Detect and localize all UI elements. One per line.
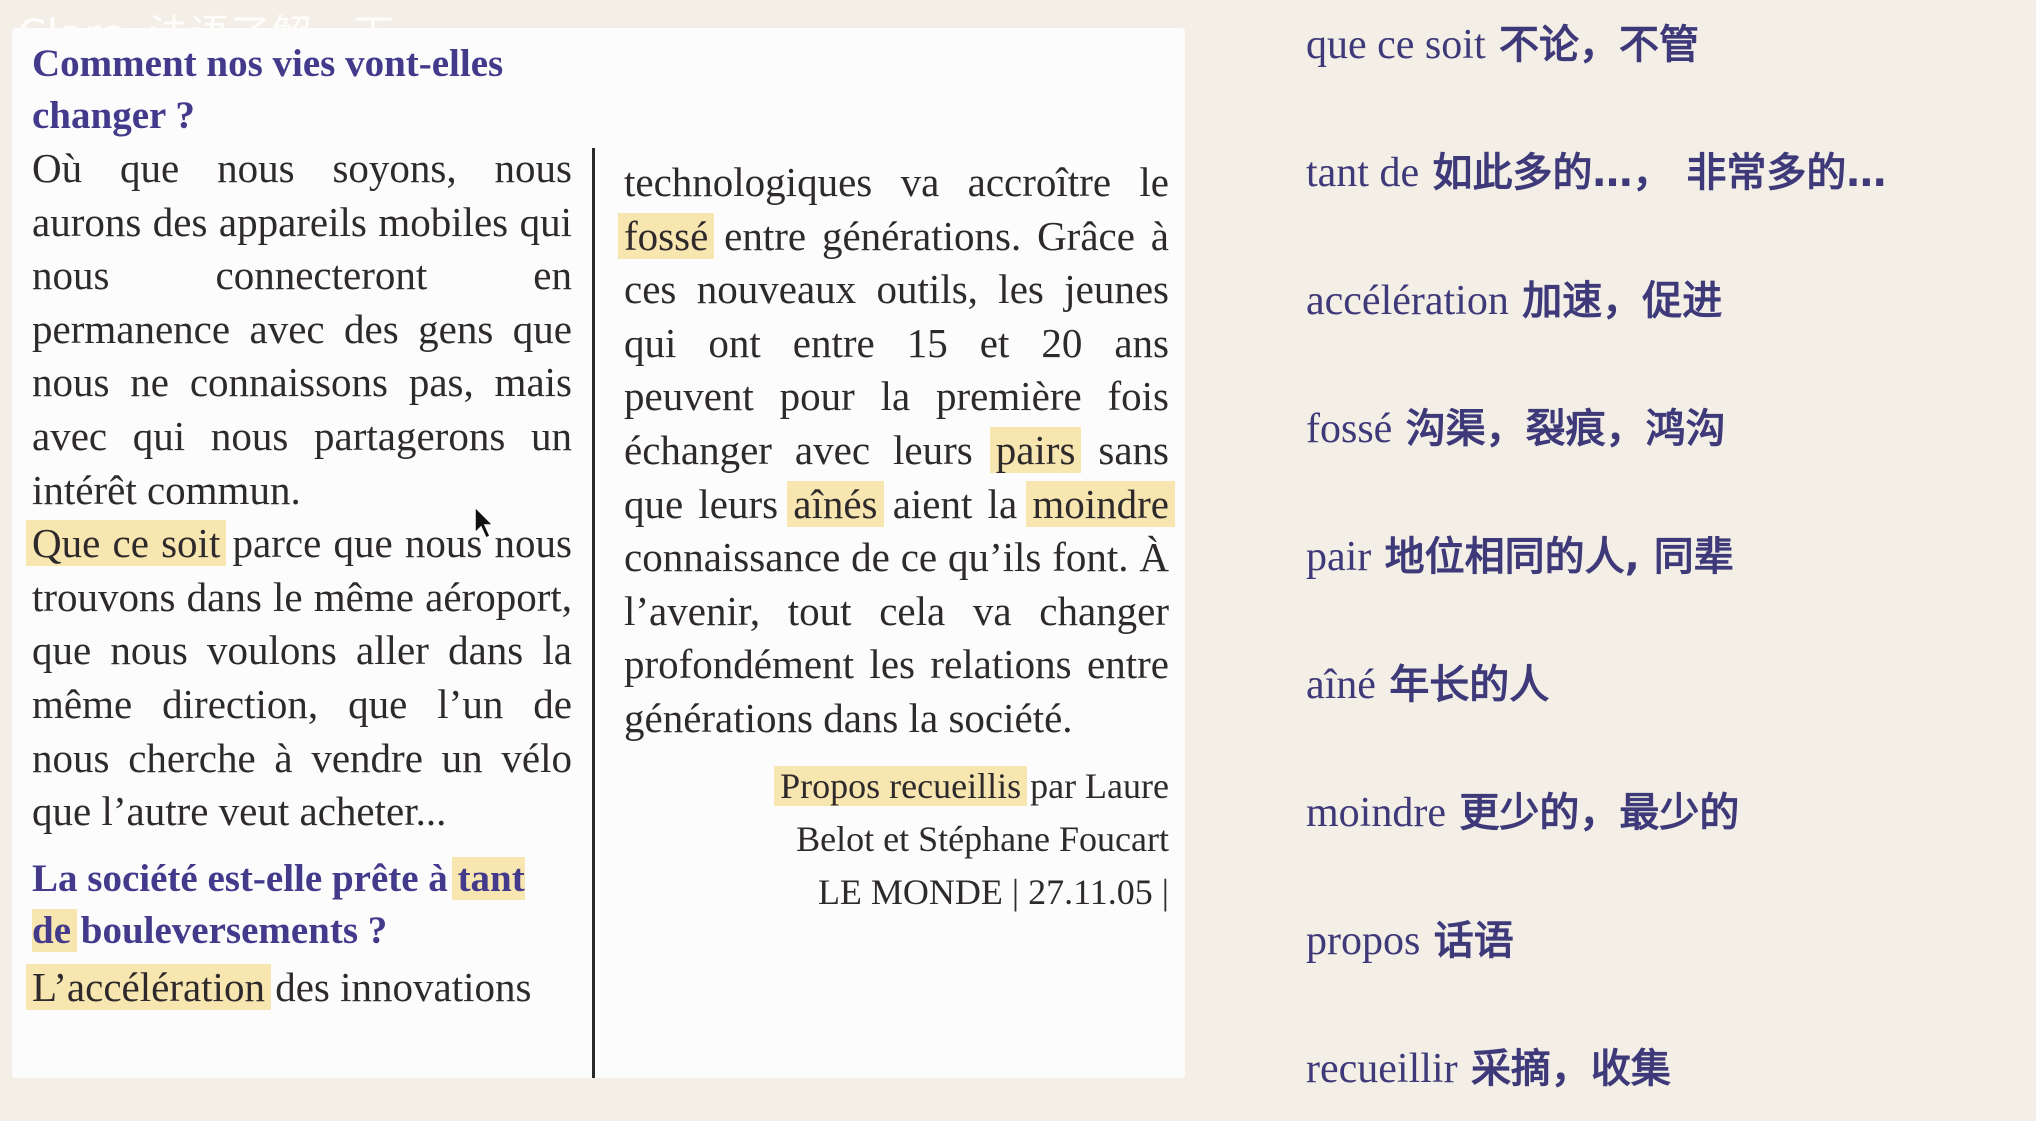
glossary-chinese: 年长的人 xyxy=(1389,662,1550,708)
article-scan: Comment nos vies vont-elles changer ? Où… xyxy=(12,28,1185,1078)
highlight-moindre: moindre xyxy=(1026,480,1175,527)
glossary-french: tant de xyxy=(1306,150,1420,196)
paragraph-text: Où que nous soyons, nous aurons des appa… xyxy=(32,145,572,513)
glossary-item: pair 地位相同的人, 同辈 xyxy=(1306,524,1734,582)
paragraph-text: connaissance de ce qu’ils font. À l’aven… xyxy=(624,534,1169,741)
glossary-chinese: 话语 xyxy=(1433,918,1514,964)
glossary-chinese: 地位相同的人, 同辈 xyxy=(1384,534,1734,580)
glossary-item: fossé 沟渠，裂痕，鸿沟 xyxy=(1306,396,1726,454)
heading-text: La société est-elle prête à xyxy=(32,856,458,900)
article-paragraph-3: technologiques va accroître le fossé ent… xyxy=(618,28,1175,746)
glossary-item: aîné 年长的人 xyxy=(1306,652,1549,710)
paragraph-text: parce que nous nous trouvons dans le mêm… xyxy=(32,520,572,835)
highlight-fosse: fossé xyxy=(618,212,715,259)
glossary-item: moindre 更少的，最少的 xyxy=(1306,780,1739,838)
glossary-french: pair xyxy=(1306,534,1372,580)
glossary-chinese: 采摘，收集 xyxy=(1470,1046,1671,1092)
glossary-french: moindre xyxy=(1306,790,1446,836)
article-heading-1: Comment nos vies vont-elles changer ? xyxy=(32,42,504,137)
credit-source: LE MONDE | 27.11.05 | xyxy=(817,871,1169,912)
highlight-aines: aînés xyxy=(787,480,884,527)
article-heading-2: La société est-elle prête à tant de boul… xyxy=(32,853,572,957)
highlight-acceleration: L’accélération xyxy=(26,963,271,1010)
glossary-chinese: 如此多的…， 非常多的… xyxy=(1432,150,1887,196)
article-paragraph-2: L’accélération des innovations xyxy=(26,961,572,1015)
glossary-chinese: 更少的，最少的 xyxy=(1459,790,1740,836)
glossary-chinese: 加速，促进 xyxy=(1522,278,1723,324)
glossary-item: tant de 如此多的…， 非常多的… xyxy=(1306,140,1886,198)
paragraph-text: des innovations xyxy=(264,963,532,1010)
glossary-item: propos 话语 xyxy=(1306,908,1514,966)
heading-text: bouleversements ? xyxy=(71,908,388,952)
glossary-french: aîné xyxy=(1306,662,1376,708)
article-right-column: technologiques va accroître le fossé ent… xyxy=(618,28,1175,919)
glossary-item: accélération 加速，促进 xyxy=(1306,268,1722,326)
highlight-pairs: pairs xyxy=(989,426,1082,473)
glossary-item: recueillir 采摘，收集 xyxy=(1306,1036,1671,1094)
glossary-chinese: 不论，不管 xyxy=(1498,22,1699,68)
mouse-cursor-icon xyxy=(474,506,495,540)
highlight-recueillis: recueillis xyxy=(883,765,1028,806)
highlight-propos: Propos xyxy=(774,765,887,806)
article-paragraph-1: Où que nous soyons, nous aurons des appa… xyxy=(26,142,572,839)
highlight-que-ce-soit: Que ce soit xyxy=(26,520,227,567)
paragraph-text: technologiques va accroître le xyxy=(624,159,1169,205)
credit-text: par Laure xyxy=(1021,765,1169,806)
glossary-item: que ce soit 不论，不管 xyxy=(1306,12,1699,70)
glossary-french: recueillir xyxy=(1306,1046,1458,1092)
glossary-french: que ce soit xyxy=(1306,22,1486,68)
article-credit: Propos recueillis par Laure Belot et Stép… xyxy=(624,760,1169,919)
column-divider xyxy=(592,148,595,1078)
glossary-french: accélération xyxy=(1306,278,1509,324)
glossary-french: fossé xyxy=(1306,406,1393,452)
paragraph-text: aient la xyxy=(877,480,1033,527)
glossary-chinese: 沟渠，裂痕，鸿沟 xyxy=(1405,406,1726,452)
credit-authors: Belot et Stéphane Foucart xyxy=(796,818,1169,859)
glossary-french: propos xyxy=(1306,918,1421,964)
